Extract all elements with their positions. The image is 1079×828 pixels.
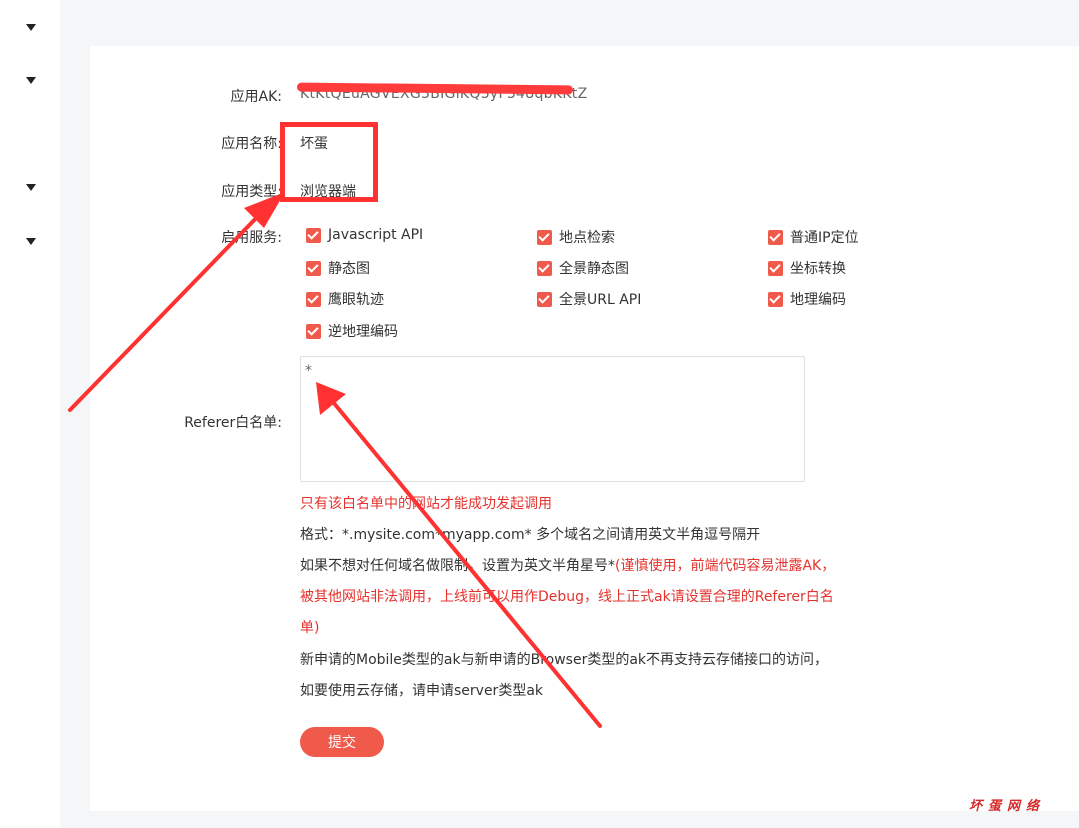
arrow-to-referer (316, 382, 602, 728)
arrow-to-app-info (68, 192, 285, 412)
watermark: 坏蛋网络 (969, 799, 1046, 814)
annotation-arrows (68, 192, 602, 728)
